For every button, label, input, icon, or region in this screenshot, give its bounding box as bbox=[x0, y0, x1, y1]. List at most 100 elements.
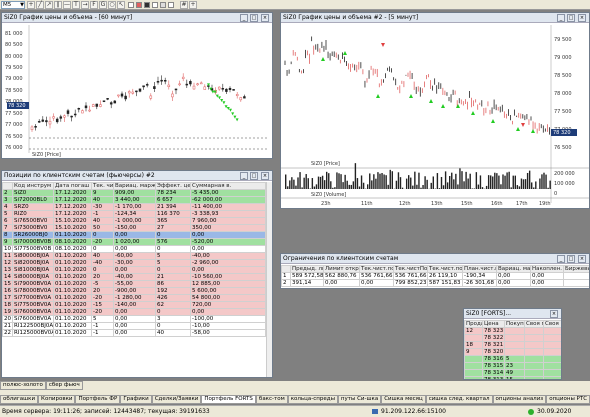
table-row[interactable]: 78 316 5 bbox=[464, 355, 561, 363]
column-header[interactable]: Своя п bbox=[543, 320, 561, 328]
close-button[interactable]: × bbox=[550, 310, 558, 318]
hline-tool-icon[interactable]: — bbox=[63, 1, 71, 9]
table-row[interactable]: 9 Si70000BV0B 08.10.2020 -20 1 020,00 576 -520… bbox=[2, 238, 266, 246]
table-row[interactable]: 16 Si78000BV0A 01.10.2020 20 -900,00 192 5 600… bbox=[2, 287, 266, 295]
table-row[interactable]: 2 391,14 0,00 0,00 799 852,23 587 151,83 -26 3… bbox=[281, 279, 589, 287]
ray-tool-icon[interactable]: ↗ bbox=[45, 1, 53, 9]
column-header[interactable]: Тек. чист bbox=[91, 182, 114, 190]
zoom-in-icon[interactable]: + bbox=[189, 1, 197, 9]
column-header[interactable]: Лимит откр. п bbox=[323, 265, 360, 273]
positions-table[interactable]: Код инструмДата погашТек. чистВариац. ма… bbox=[2, 182, 266, 337]
close-button[interactable]: × bbox=[261, 172, 269, 180]
column-header[interactable]: Покупка bbox=[504, 320, 525, 328]
fibo-tool-icon[interactable]: F bbox=[90, 1, 98, 9]
column-header[interactable]: Тек.чист.поз. bbox=[359, 265, 394, 273]
column-header[interactable]: Накоплен. д bbox=[530, 265, 564, 273]
column-header[interactable] bbox=[281, 265, 291, 273]
column-header[interactable]: Суммарная в. bbox=[190, 182, 266, 190]
workspace-tab[interactable]: облигашки bbox=[0, 395, 39, 404]
close-button[interactable]: × bbox=[578, 255, 586, 263]
column-header[interactable]: Продаж bbox=[464, 320, 483, 328]
maximize-button[interactable]: □ bbox=[250, 172, 258, 180]
arrow-tool-icon[interactable]: → bbox=[81, 1, 89, 9]
table-row[interactable]: 10 SI77500BV0B 08.10.2020 0 0,00 0 0,00 bbox=[2, 245, 266, 253]
table-row[interactable]: 19 Si76000BV0A 01.10.2020 -20 0,00 0 0,00 bbox=[2, 308, 266, 316]
column-header[interactable]: Цена bbox=[482, 320, 505, 328]
column-header[interactable]: Своя п bbox=[524, 320, 544, 328]
workspace-tab[interactable]: Портфель ФР bbox=[75, 395, 121, 404]
workspace-tab[interactable]: Сишка месяц bbox=[381, 395, 426, 404]
grid-toggle-icon[interactable]: # bbox=[180, 1, 188, 9]
column-header[interactable]: Биржевые bbox=[563, 265, 589, 273]
workspace-tab[interactable]: Портфель FORTS bbox=[201, 395, 256, 404]
table-row[interactable]: 18 Si77500BV0A 01.10.2020 -15 -140,00 62 720,0… bbox=[2, 301, 266, 309]
price-chart-60min[interactable]: 81 000 80 500 80 000 79 500 79 000 78 50… bbox=[2, 23, 272, 158]
table-row[interactable]: 18 78 321 bbox=[464, 341, 561, 349]
table-row[interactable]: 12 Si82000BJ0A 01.10.2020 -40 -30,00 5 -2 960,… bbox=[2, 259, 266, 267]
workspace-tab[interactable]: путы Си-шка bbox=[337, 395, 382, 404]
table-row[interactable]: 22 RI125000BV0A 01.10.2020 -1 0,00 40 -58,00 bbox=[2, 329, 266, 337]
column-header[interactable]: Тек.чистПоз. bbox=[393, 265, 428, 273]
table-row[interactable]: 8 SR26000BJ0 01.10.2020 0 0,00 0 0,00 bbox=[2, 231, 266, 239]
minimize-button[interactable]: _ bbox=[557, 255, 565, 263]
table-row[interactable]: 7 Si73000BV0 15.10.2020 50 -150,00 27 350,00 bbox=[2, 224, 266, 232]
column-header[interactable]: Вариац. марж bbox=[113, 182, 156, 190]
color-dark-swatch[interactable] bbox=[144, 2, 150, 8]
price-chart-5min[interactable]: 79 500 79 000 78 500 78 000 77 500 77 00… bbox=[281, 23, 589, 208]
column-header[interactable]: Эффект. цен bbox=[155, 182, 191, 190]
color-white-swatch[interactable] bbox=[128, 2, 134, 8]
close-button[interactable]: × bbox=[261, 14, 269, 22]
table-row[interactable]: 21 RI122500BJ0A 01.10.2020 -1 0,00 0 -10,00 bbox=[2, 322, 266, 330]
close-button[interactable]: × bbox=[578, 14, 586, 22]
channel-tool-icon[interactable]: ∥ bbox=[54, 1, 62, 9]
workspace-tab[interactable]: Копировки bbox=[38, 395, 76, 404]
select-tool-icon[interactable]: ↖ bbox=[117, 1, 125, 9]
maximize-button[interactable]: □ bbox=[250, 14, 258, 22]
workspace-tab[interactable]: Графики bbox=[120, 395, 152, 404]
workspace-tab[interactable]: опционы анализ bbox=[492, 395, 547, 404]
vertical-scrollbar[interactable] bbox=[266, 182, 272, 377]
text-tool-icon[interactable]: T bbox=[72, 1, 80, 9]
table-row[interactable]: 78 314 49 bbox=[464, 369, 561, 377]
workspace-tab[interactable]: сбер фьюч bbox=[45, 381, 83, 390]
table-row[interactable]: 17 Si77000BV0A 01.10.2020 -20 -1 280,00 426 54… bbox=[2, 294, 266, 302]
timeframe-select[interactable]: M5 ▼ bbox=[1, 1, 25, 9]
workspace-tab[interactable]: бакс-том bbox=[255, 395, 288, 404]
column-header[interactable]: Тек.чист.поз. ( bbox=[427, 265, 463, 273]
minimize-button[interactable]: _ bbox=[557, 14, 565, 22]
table-row[interactable]: 9 78 320 bbox=[464, 348, 561, 356]
crosshair-tool-icon[interactable]: + bbox=[27, 1, 35, 9]
column-header[interactable] bbox=[2, 182, 13, 190]
column-header[interactable]: Код инструм bbox=[12, 182, 54, 190]
table-row[interactable]: 4 SRZ0 17.12.2020 -30 -1 170,00 21 394 -11 400… bbox=[2, 203, 266, 211]
table-row[interactable]: 13 Si81000BJ0A 01.10.2020 0 0,00 0 0,00 bbox=[2, 266, 266, 274]
table-row[interactable]: 6 Si76500BV0 15.10.2020 40 -1 000,00 365 7 960… bbox=[2, 217, 266, 225]
column-header[interactable]: Вариац. марж bbox=[496, 265, 531, 273]
table-row[interactable]: 1 589 572,58 562 880,76 536 761,66 536 761,6… bbox=[281, 272, 589, 280]
table-row[interactable]: 5 RIZ0 17.12.2020 -1 -124,34 116 370 -3 338,93 bbox=[2, 210, 266, 218]
maximize-button[interactable]: □ bbox=[567, 255, 575, 263]
column-header[interactable]: Предыд. лимит bbox=[290, 265, 324, 273]
width-swatch[interactable] bbox=[168, 2, 174, 8]
table-row[interactable]: 78 313 15 bbox=[464, 376, 561, 379]
table-row[interactable]: 78 322 bbox=[464, 334, 561, 342]
table-row[interactable]: 14 Si80000BJ0A 01.10.2020 20 -40,00 21 -10 560… bbox=[2, 273, 266, 281]
table-row[interactable]: 12 78 323 bbox=[464, 327, 561, 335]
table-row[interactable]: 20 Si76000BV0A 01.10.2020 5 0,00 3 -100,00 bbox=[2, 315, 266, 323]
cycle-tool-icon[interactable]: ○ bbox=[108, 1, 116, 9]
minimize-button[interactable]: _ bbox=[240, 172, 248, 180]
column-header[interactable]: План.чист.поз. bbox=[462, 265, 497, 273]
workspace-tab[interactable]: Сделки/Заявки bbox=[151, 395, 202, 404]
table-row[interactable]: 78 315 23 bbox=[464, 362, 561, 370]
minimize-button[interactable]: _ bbox=[240, 14, 248, 22]
maximize-button[interactable]: □ bbox=[567, 14, 575, 22]
workspace-tab[interactable]: сишка след. квартал bbox=[425, 395, 493, 404]
table-row[interactable]: 2 SiZ0 17.12.2020 9 909,00 78 234 -5 435,00 bbox=[2, 189, 266, 197]
fill-swatch[interactable] bbox=[160, 2, 166, 8]
workspace-tab[interactable]: опционы РТС bbox=[546, 395, 590, 404]
table-row[interactable]: 15 Si79000BV0A 01.10.2020 -5 -55,00 86 12 885,… bbox=[2, 280, 266, 288]
line-style-swatch[interactable] bbox=[152, 2, 158, 8]
workspace-tab[interactable]: полюс-золото bbox=[0, 381, 46, 390]
limits-table[interactable]: Предыд. лимитЛимит откр. пТек.чист.поз.Т… bbox=[281, 265, 589, 287]
workspace-tab[interactable]: кольца-спреды bbox=[287, 395, 338, 404]
